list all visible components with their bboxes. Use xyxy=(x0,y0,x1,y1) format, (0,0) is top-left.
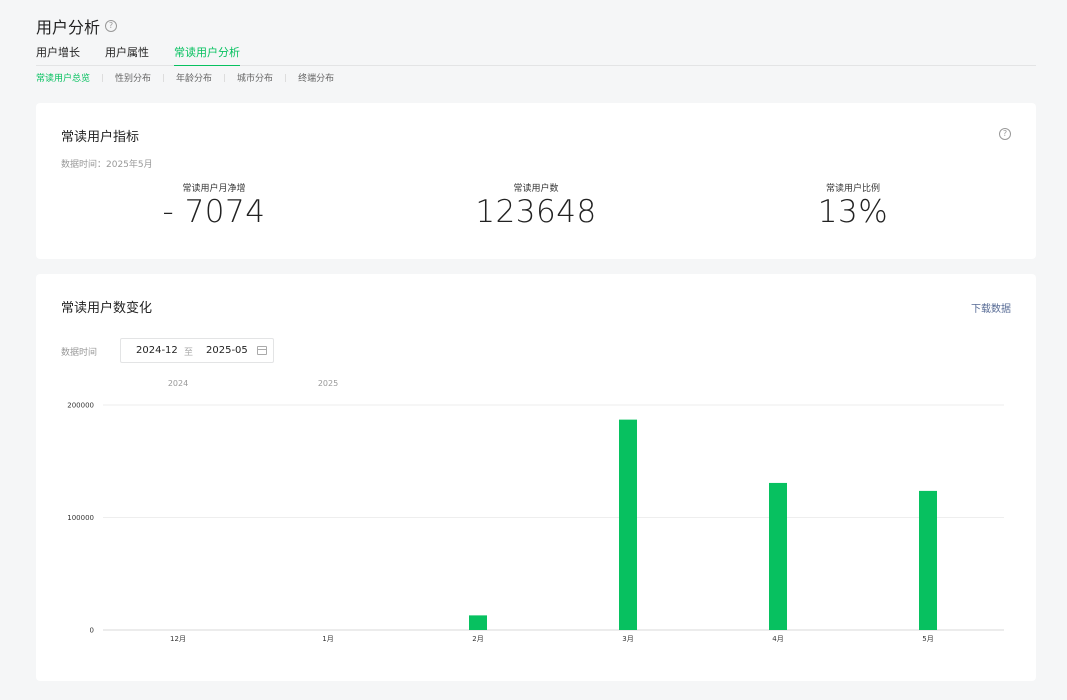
user-count-chart: 0 100000 200000 2024 2025 12月 1月 2月 3月 4月 5月 xyxy=(67,379,1004,643)
trend-card: 常读用户数变化 下载数据 数据时间 2024-12 至 2025-05 0 100… xyxy=(36,274,1036,681)
bar xyxy=(919,490,937,630)
x-tick-label: 12月 xyxy=(170,635,186,643)
y-tick-label: 100000 xyxy=(67,514,94,522)
bar xyxy=(469,615,487,630)
subtab-age[interactable]: 年龄分布 xyxy=(176,71,212,84)
metric-value: - 7074 xyxy=(162,194,266,230)
bar xyxy=(619,419,637,630)
tab-user-attributes[interactable]: 用户属性 xyxy=(105,46,149,66)
y-tick-label: 0 xyxy=(90,627,94,635)
metrics-card: 常读用户指标 ? 数据时间：2025年5月 常读用户月净增 - 7074 常读用… xyxy=(36,103,1036,259)
metric-reader-count: 常读用户数 123648 xyxy=(436,181,636,230)
divider xyxy=(285,73,287,82)
x-tick-label: 5月 xyxy=(922,635,933,643)
metric-reader-ratio: 常读用户比例 13% xyxy=(753,181,953,230)
metric-label: 常读用户数 xyxy=(513,184,559,194)
divider xyxy=(163,73,165,82)
metric-label: 常读用户月净增 xyxy=(182,184,246,194)
year-label: 2024 xyxy=(168,379,188,388)
main-tabs: 用户增长 用户属性 常读用户分析 xyxy=(36,46,1036,66)
metric-value: 13% xyxy=(817,194,889,230)
bar xyxy=(769,482,787,630)
x-tick-label: 2月 xyxy=(472,635,483,643)
x-tick-label: 1月 xyxy=(322,635,333,643)
subtab-gender[interactable]: 性别分布 xyxy=(115,71,151,84)
data-time: 数据时间：2025年5月 xyxy=(61,160,153,170)
subtab-device[interactable]: 终端分布 xyxy=(298,71,334,84)
x-tick-label: 3月 xyxy=(622,635,633,643)
metric-label: 常读用户比例 xyxy=(825,184,880,194)
metrics-card-title: 常读用户指标 xyxy=(61,130,140,145)
sub-tabs: 常读用户总览 性别分布 年龄分布 城市分布 终端分布 xyxy=(36,71,334,84)
help-icon[interactable]: ? xyxy=(105,20,118,32)
y-tick-label: 200000 xyxy=(67,402,94,410)
divider xyxy=(224,73,226,82)
tab-user-growth[interactable]: 用户增长 xyxy=(36,46,80,66)
subtab-city[interactable]: 城市分布 xyxy=(237,71,273,84)
divider xyxy=(102,73,104,82)
metric-value: 123648 xyxy=(475,194,597,230)
tab-frequent-readers[interactable]: 常读用户分析 xyxy=(174,46,240,66)
page-title: 用户分析 xyxy=(36,18,101,37)
subtab-overview[interactable]: 常读用户总览 xyxy=(36,71,90,84)
page-header: 用户分析 ? xyxy=(36,14,118,38)
metric-net-growth: 常读用户月净增 - 7074 xyxy=(114,181,314,230)
x-tick-label: 4月 xyxy=(772,635,783,643)
year-label: 2025 xyxy=(318,379,338,388)
help-icon[interactable]: ? xyxy=(999,128,1011,140)
